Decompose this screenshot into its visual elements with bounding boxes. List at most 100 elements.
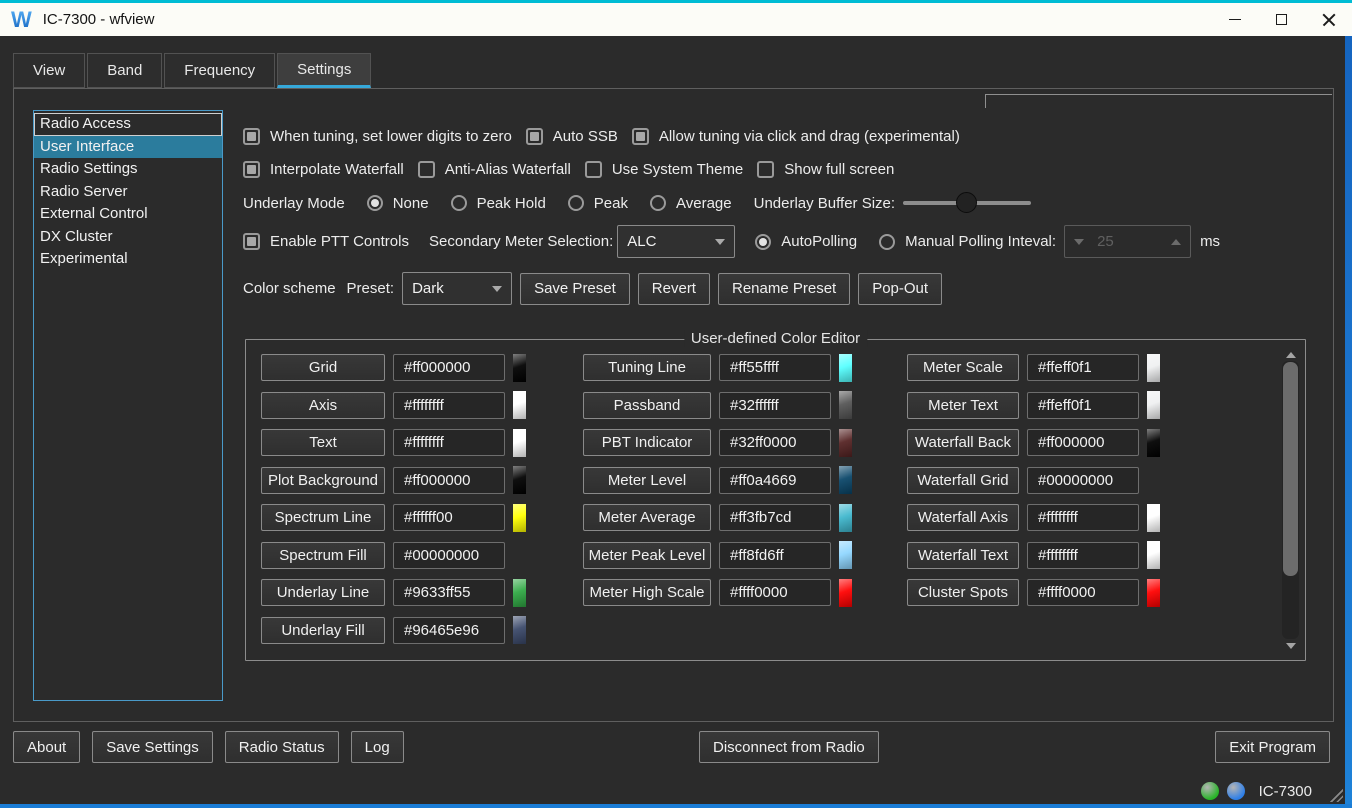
- color-hex-input-pbt-indicator[interactable]: [719, 429, 831, 456]
- color-editor-title: User-defined Color Editor: [684, 330, 867, 347]
- color-hex-input-underlay-fill[interactable]: [393, 617, 505, 644]
- sidebar-item-dx-cluster[interactable]: DX Cluster: [34, 226, 222, 249]
- checkbox-allow-tuning-via-click-and-drag-experimental[interactable]: Allow tuning via click and drag (experim…: [632, 128, 960, 145]
- color-hex-input-waterfall-grid[interactable]: [1027, 467, 1139, 494]
- color-swatch-axis: [513, 391, 526, 419]
- color-name-button-grid[interactable]: Grid: [261, 354, 385, 381]
- color-name-button-waterfall-text[interactable]: Waterfall Text: [907, 542, 1019, 569]
- tab-settings[interactable]: Settings: [277, 53, 371, 88]
- checkbox-auto-ssb[interactable]: Auto SSB: [526, 128, 618, 145]
- color-hex-input-spectrum-fill[interactable]: [393, 542, 505, 569]
- close-button[interactable]: [1305, 3, 1352, 36]
- slider-handle[interactable]: [956, 192, 977, 213]
- checkbox-use-system-theme[interactable]: Use System Theme: [585, 161, 743, 178]
- color-hex-input-text[interactable]: [393, 429, 505, 456]
- scroll-up-icon[interactable]: [1282, 348, 1299, 361]
- color-name-button-meter-high-scale[interactable]: Meter High Scale: [583, 579, 711, 606]
- disconnect-from-radio-button[interactable]: Disconnect from Radio: [699, 731, 879, 763]
- color-swatch-spectrum-line: [513, 504, 526, 532]
- color-hex-input-meter-text[interactable]: [1027, 392, 1139, 419]
- color-name-button-underlay-fill[interactable]: Underlay Fill: [261, 617, 385, 644]
- radio-model-label: IC-7300: [1259, 783, 1312, 800]
- color-hex-input-cluster-spots[interactable]: [1027, 579, 1139, 606]
- radio-autopolling[interactable]: AutoPolling: [755, 233, 857, 250]
- color-name-button-text[interactable]: Text: [261, 429, 385, 456]
- sidebar-item-radio-settings[interactable]: Radio Settings: [34, 158, 222, 181]
- color-hex-input-underlay-line[interactable]: [393, 579, 505, 606]
- color-name-button-meter-text[interactable]: Meter Text: [907, 392, 1019, 419]
- color-hex-input-meter-average[interactable]: [719, 504, 831, 531]
- checkbox-enable-ptt-controls[interactable]: Enable PTT Controls: [243, 233, 409, 250]
- color-hex-input-grid[interactable]: [393, 354, 505, 381]
- color-hex-input-passband[interactable]: [719, 392, 831, 419]
- color-name-button-underlay-line[interactable]: Underlay Line: [261, 579, 385, 606]
- color-name-button-pbt-indicator[interactable]: PBT Indicator: [583, 429, 711, 456]
- save-preset-button[interactable]: Save Preset: [520, 273, 630, 305]
- color-hex-input-waterfall-axis[interactable]: [1027, 504, 1139, 531]
- radio-peak[interactable]: Peak: [568, 195, 628, 212]
- secondary-meter-combobox[interactable]: ALC: [617, 225, 735, 258]
- color-name-button-passband[interactable]: Passband: [583, 392, 711, 419]
- spin-up-icon[interactable]: [1171, 239, 1181, 245]
- preset-combobox[interactable]: Dark: [402, 272, 512, 305]
- tab-frequency[interactable]: Frequency: [164, 53, 275, 88]
- tab-view[interactable]: View: [13, 53, 85, 88]
- revert-button[interactable]: Revert: [638, 273, 710, 305]
- sidebar-item-radio-server[interactable]: Radio Server: [34, 181, 222, 204]
- color-name-button-axis[interactable]: Axis: [261, 392, 385, 419]
- checkbox-anti-alias-waterfall[interactable]: Anti-Alias Waterfall: [418, 161, 571, 178]
- color-hex-input-meter-high-scale[interactable]: [719, 579, 831, 606]
- checkbox-show-full-screen[interactable]: Show full screen: [757, 161, 894, 178]
- scroll-down-icon[interactable]: [1282, 639, 1299, 652]
- color-name-button-tuning-line[interactable]: Tuning Line: [583, 354, 711, 381]
- sidebar-item-external-control[interactable]: External Control: [34, 203, 222, 226]
- resize-grip-icon[interactable]: [1328, 787, 1343, 802]
- log-button[interactable]: Log: [351, 731, 404, 763]
- radio-manual-polling-inteval[interactable]: Manual Polling Inteval:: [879, 233, 1056, 250]
- maximize-button[interactable]: [1258, 3, 1305, 36]
- color-name-button-meter-average[interactable]: Meter Average: [583, 504, 711, 531]
- about-button[interactable]: About: [13, 731, 80, 763]
- sidebar-item-user-interface[interactable]: User Interface: [34, 136, 222, 159]
- checkbox-interpolate-waterfall[interactable]: Interpolate Waterfall: [243, 161, 404, 178]
- color-hex-input-meter-scale[interactable]: [1027, 354, 1139, 381]
- checkbox-label: Anti-Alias Waterfall: [445, 161, 571, 178]
- color-hex-input-spectrum-line[interactable]: [393, 504, 505, 531]
- color-name-button-waterfall-back[interactable]: Waterfall Back: [907, 429, 1019, 456]
- color-name-button-cluster-spots[interactable]: Cluster Spots: [907, 579, 1019, 606]
- color-name-button-plot-background[interactable]: Plot Background: [261, 467, 385, 494]
- color-hex-input-axis[interactable]: [393, 392, 505, 419]
- color-name-button-meter-peak-level[interactable]: Meter Peak Level: [583, 542, 711, 569]
- spin-down-icon[interactable]: [1074, 239, 1084, 245]
- polling-interval-spinbox[interactable]: 25: [1064, 225, 1191, 258]
- color-hex-input-plot-background[interactable]: [393, 467, 505, 494]
- color-name-button-meter-level[interactable]: Meter Level: [583, 467, 711, 494]
- color-name-button-meter-scale[interactable]: Meter Scale: [907, 354, 1019, 381]
- pop-out-button[interactable]: Pop-Out: [858, 273, 942, 305]
- minimize-button[interactable]: [1211, 3, 1258, 36]
- underlay-buffer-slider[interactable]: [903, 191, 1031, 215]
- radio-status-button[interactable]: Radio Status: [225, 731, 339, 763]
- color-editor-scrollbar[interactable]: [1282, 348, 1299, 652]
- color-name-button-waterfall-axis[interactable]: Waterfall Axis: [907, 504, 1019, 531]
- color-hex-input-waterfall-text[interactable]: [1027, 542, 1139, 569]
- tab-band[interactable]: Band: [87, 53, 162, 88]
- color-hex-input-meter-peak-level[interactable]: [719, 542, 831, 569]
- color-name-button-spectrum-line[interactable]: Spectrum Line: [261, 504, 385, 531]
- checkbox-when-tuning-set-lower-digits-to-zero[interactable]: When tuning, set lower digits to zero: [243, 128, 512, 145]
- save-settings-button[interactable]: Save Settings: [92, 731, 213, 763]
- color-hex-input-tuning-line[interactable]: [719, 354, 831, 381]
- color-name-button-spectrum-fill[interactable]: Spectrum Fill: [261, 542, 385, 569]
- color-hex-input-waterfall-back[interactable]: [1027, 429, 1139, 456]
- exit-program-button[interactable]: Exit Program: [1215, 731, 1330, 763]
- scrollbar-track[interactable]: [1282, 361, 1299, 639]
- rename-preset-button[interactable]: Rename Preset: [718, 273, 850, 305]
- sidebar-item-experimental[interactable]: Experimental: [34, 248, 222, 271]
- scrollbar-thumb[interactable]: [1283, 362, 1298, 576]
- radio-none[interactable]: None: [367, 195, 429, 212]
- color-name-button-waterfall-grid[interactable]: Waterfall Grid: [907, 467, 1019, 494]
- radio-average[interactable]: Average: [650, 195, 732, 212]
- color-hex-input-meter-level[interactable]: [719, 467, 831, 494]
- sidebar-item-radio-access[interactable]: Radio Access: [34, 113, 222, 136]
- radio-peak-hold[interactable]: Peak Hold: [451, 195, 546, 212]
